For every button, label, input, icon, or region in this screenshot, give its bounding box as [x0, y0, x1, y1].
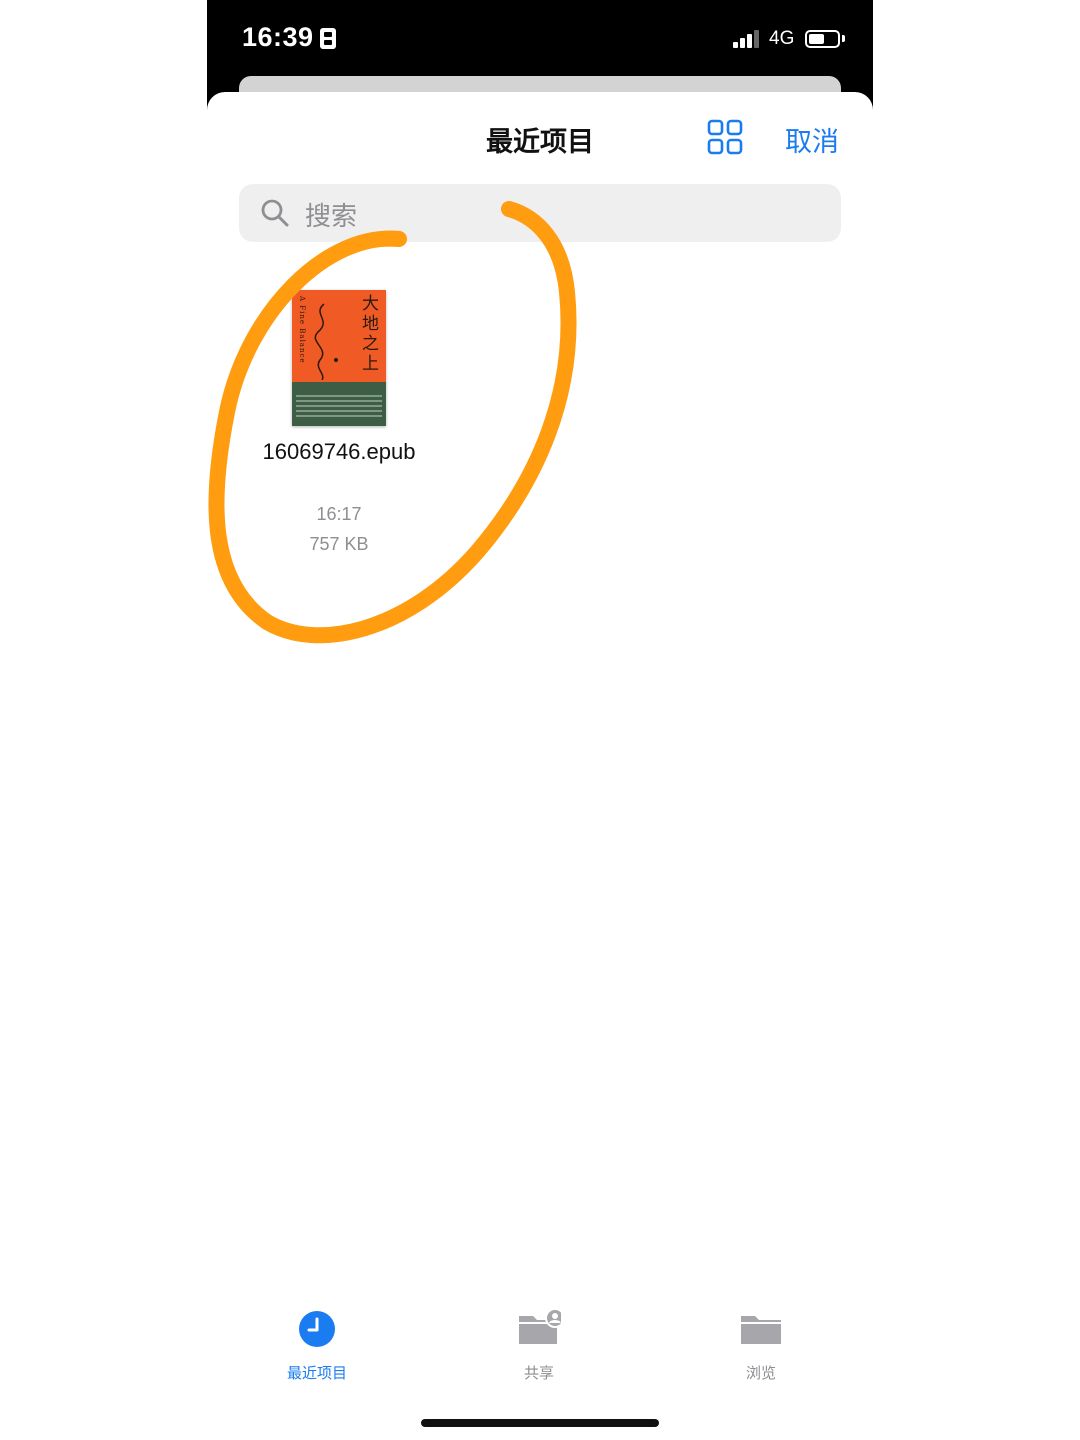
battery-level	[809, 34, 824, 44]
file-name: 16069746.epub	[262, 439, 416, 464]
cancel-button[interactable]: 取消	[785, 120, 839, 159]
home-indicator[interactable]	[421, 1419, 659, 1427]
tab-label-browse: 浏览	[745, 1364, 776, 1382]
cover-figure-illustration	[314, 303, 338, 380]
file-item[interactable]: A Fine Balance 大地之上 16069746.epub 16:17 …	[239, 288, 439, 568]
search-placeholder: 搜索	[305, 202, 358, 232]
book-cover-thumbnail: A Fine Balance 大地之上	[292, 290, 386, 426]
phone-screen: 16:39 4G 最近项目 取消 搜索 A Fine Balance 大地之上 …	[207, 0, 873, 1440]
status-time: 16:39	[242, 22, 314, 52]
sim-card-icon	[320, 28, 336, 49]
cover-band	[292, 382, 386, 426]
cover-title: 大地之上	[362, 294, 379, 374]
cover-subtitle: A Fine Balance	[298, 296, 306, 364]
network-type: 4G	[769, 28, 795, 49]
file-size: 757 KB	[309, 534, 369, 554]
magnifier-icon	[261, 199, 289, 227]
folder-icon	[741, 1316, 781, 1344]
signal-strength-icon	[733, 30, 763, 48]
battery-cap	[842, 35, 845, 42]
file-time: 16:17	[316, 504, 362, 524]
search-bar[interactable]: 搜索	[239, 184, 841, 242]
battery-icon	[805, 30, 840, 48]
tab-bar: 最近项目 共享 浏览	[207, 1308, 873, 1398]
clock-icon	[299, 1311, 335, 1347]
files-sheet: 最近项目 取消 搜索 A Fine Balance 大地之上 16069746.…	[207, 92, 873, 1440]
page-title: 最近项目	[486, 127, 594, 158]
tab-label-shared: 共享	[523, 1364, 554, 1382]
grid-view-icon[interactable]	[707, 119, 743, 155]
tab-browse[interactable]: 浏览	[701, 1308, 821, 1383]
shared-folder-icon	[519, 1308, 561, 1344]
tab-label-recents: 最近项目	[286, 1364, 347, 1382]
tab-recents[interactable]: 最近项目	[257, 1308, 377, 1383]
tab-shared[interactable]: 共享	[479, 1308, 599, 1383]
